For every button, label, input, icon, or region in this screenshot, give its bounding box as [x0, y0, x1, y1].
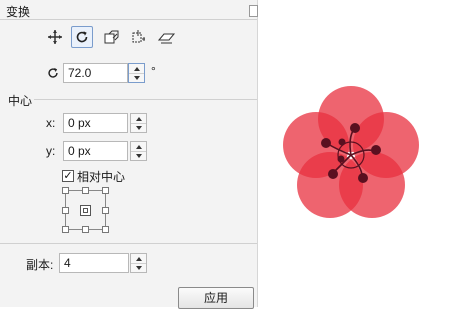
copies-label: 副本:	[26, 258, 54, 272]
panel-collapse-button[interactable]	[249, 5, 258, 17]
apply-button[interactable]: 应用	[178, 287, 254, 309]
center-y-input[interactable]: 0 px	[63, 141, 128, 161]
rotation-angle-label	[46, 66, 60, 83]
copies-stepper[interactable]	[130, 253, 147, 273]
anchor-middle-left[interactable]	[62, 207, 69, 214]
checkmark-icon: ✓	[63, 170, 73, 182]
divider	[34, 99, 257, 100]
chevron-down-icon[interactable]	[131, 263, 146, 272]
y-label: y:	[46, 144, 56, 158]
position-tool-button[interactable]	[44, 26, 66, 48]
anchor-bottom-center[interactable]	[82, 226, 89, 233]
rotate-icon	[76, 31, 88, 43]
divider	[0, 243, 257, 244]
panel-title: 变换	[6, 5, 31, 19]
rotate-icon	[48, 67, 58, 78]
chevron-down-icon[interactable]	[131, 151, 146, 160]
stamen-tip	[350, 123, 360, 133]
degree-unit: °	[151, 64, 156, 78]
chevron-down-icon[interactable]	[129, 73, 144, 82]
anchor-top-left[interactable]	[62, 187, 69, 194]
x-label: x:	[46, 116, 56, 130]
center-x-input[interactable]: 0 px	[63, 113, 128, 133]
stamen-tip	[358, 173, 368, 183]
anchor-point-grid	[62, 187, 110, 233]
scale-icon	[104, 30, 119, 44]
anchor-bottom-left[interactable]	[62, 226, 69, 233]
size-tool-button[interactable]	[127, 26, 149, 48]
canvas-flower-artwork[interactable]	[262, 66, 452, 236]
selected-anchor-icon	[83, 208, 88, 213]
position-icon	[48, 30, 62, 44]
chevron-down-icon[interactable]	[131, 123, 146, 132]
center-heading: 中心	[8, 94, 33, 108]
relative-center-label: 相对中心	[77, 170, 126, 184]
stamen-tip	[321, 138, 331, 148]
petal-left	[283, 112, 349, 178]
stamen-tip	[337, 155, 345, 163]
center-y-stepper[interactable]	[130, 141, 147, 161]
anchor-center[interactable]	[80, 205, 91, 216]
rotation-angle-input[interactable]: 72.0	[63, 63, 128, 83]
skew-icon	[158, 33, 176, 44]
anchor-top-center[interactable]	[82, 187, 89, 194]
rotation-angle-stepper[interactable]	[128, 63, 145, 83]
stamen-tip	[328, 169, 338, 179]
transform-panel: 变换 72.0 ° 中心 x: 0 px y: 0 px ✓ 相对中心 副本: …	[0, 0, 258, 309]
anchor-top-right[interactable]	[102, 187, 109, 194]
rotate-tool-button[interactable]	[71, 26, 93, 48]
scale-tool-button[interactable]	[100, 26, 122, 48]
center-x-stepper[interactable]	[130, 113, 147, 133]
anchor-bottom-right[interactable]	[102, 226, 109, 233]
anchor-middle-right[interactable]	[102, 207, 109, 214]
size-icon	[132, 30, 145, 43]
skew-tool-button[interactable]	[156, 26, 178, 48]
copies-input[interactable]: 4	[59, 253, 129, 273]
stamen-tip	[338, 138, 346, 146]
stamen-tip	[371, 145, 381, 155]
divider	[0, 19, 257, 20]
relative-center-checkbox[interactable]: ✓	[62, 170, 74, 182]
